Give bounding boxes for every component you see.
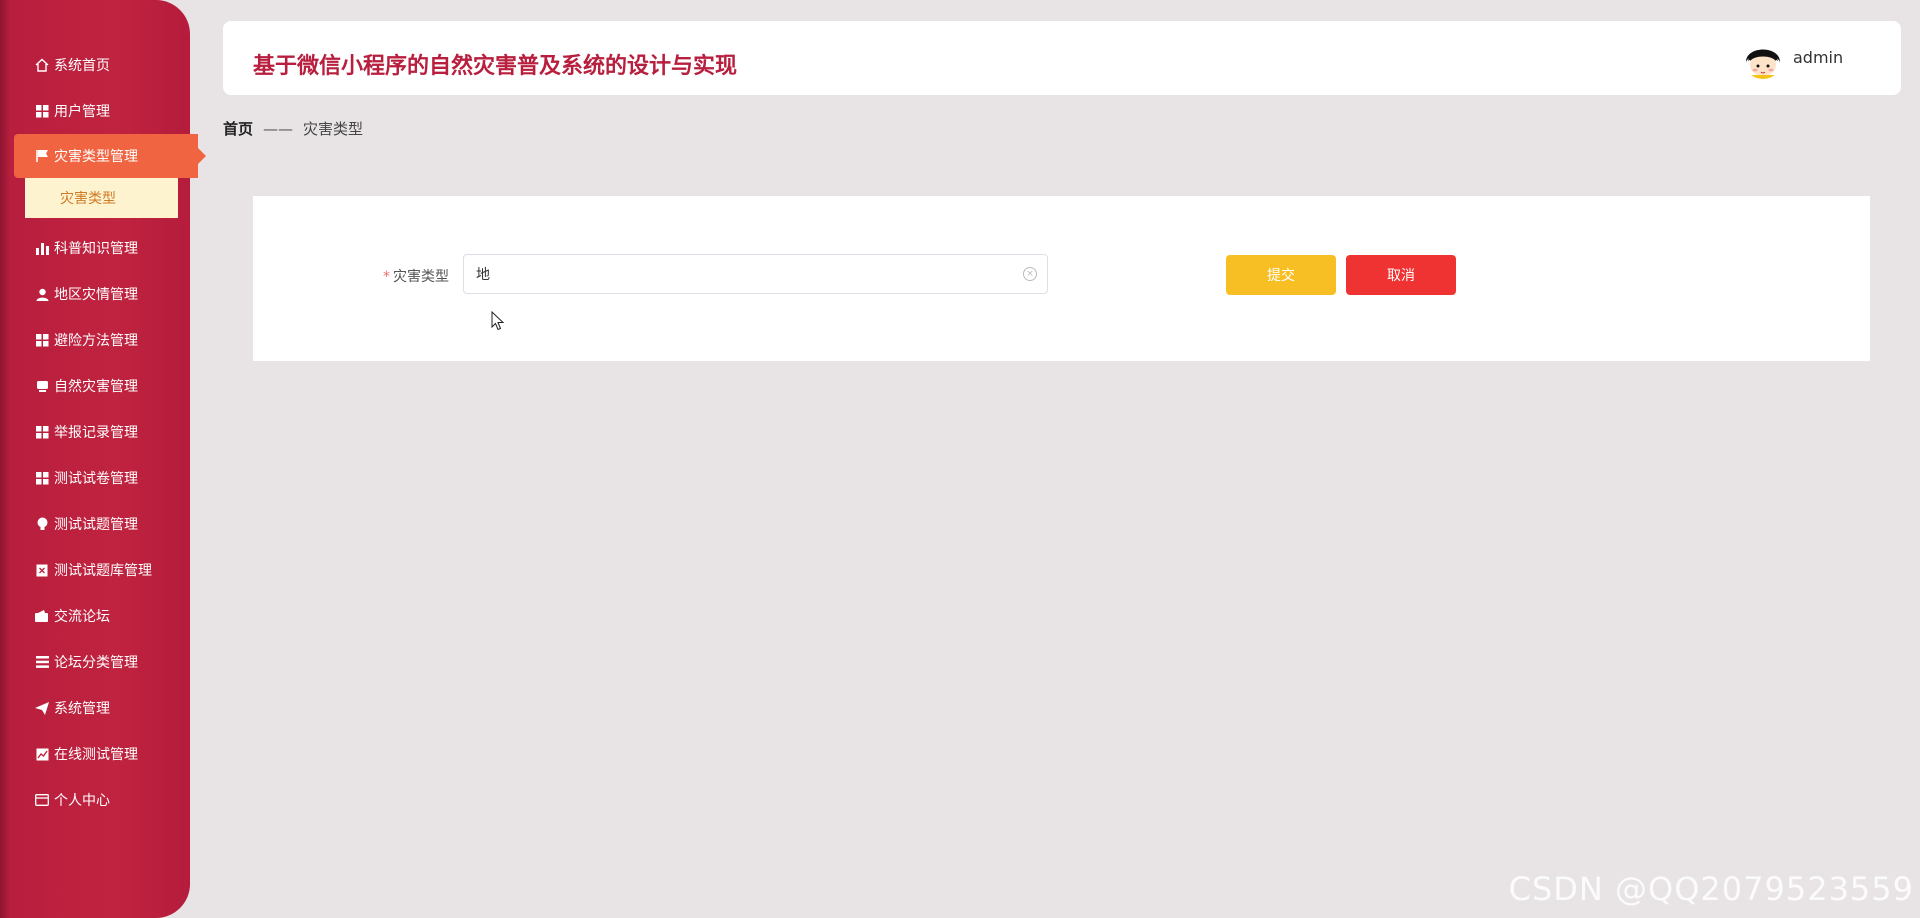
sidebar-item-label: 地区灾情管理 — [54, 287, 138, 303]
sidebar-item-label: 测试试卷管理 — [54, 471, 138, 487]
sidebar-item-home[interactable]: 系统首页 — [0, 43, 190, 87]
submenu-item-disaster-type[interactable]: 灾害类型 — [25, 178, 178, 218]
sidebar-item-test-questions[interactable]: 测试试题管理 — [0, 502, 190, 546]
flag-icon — [34, 148, 50, 164]
sidebar-item-label: 系统首页 — [54, 58, 110, 74]
sidebar-item-online-test[interactable]: 在线测试管理 — [0, 732, 190, 776]
disaster-type-field[interactable]: × — [463, 254, 1048, 294]
watermark: CSDN @QQ2079523559 — [1508, 870, 1914, 908]
disaster-type-label: * 灾害类型 — [383, 266, 449, 286]
grid-icon — [34, 424, 50, 440]
cancel-button[interactable]: 取消 — [1346, 255, 1456, 295]
submenu-item-label: 灾害类型 — [60, 191, 116, 207]
bulb-icon — [34, 516, 50, 532]
sidebar-item-personal-center[interactable]: 个人中心 — [0, 778, 190, 822]
sidebar-item-label: 论坛分类管理 — [54, 655, 138, 671]
sidebar-item-question-bank[interactable]: 测试试题库管理 — [0, 548, 190, 592]
sidebar-item-label: 科普知识管理 — [54, 241, 138, 257]
form-card: *灾害类型 × 提交 取消 — [253, 196, 1870, 361]
monitor-icon — [34, 378, 50, 394]
disaster-type-label-text: 灾害类型 — [393, 269, 449, 285]
disaster-type-input[interactable] — [476, 264, 1006, 284]
sidebar-item-natural-disaster[interactable]: 自然灾害管理 — [0, 364, 190, 408]
sidebar-item-science-knowledge[interactable]: 科普知识管理 — [0, 226, 190, 270]
sidebar-item-forum-category[interactable]: 论坛分类管理 — [0, 640, 190, 684]
sidebar-item-region-disaster[interactable]: 地区灾情管理 — [0, 272, 190, 316]
sidebar-item-label: 自然灾害管理 — [54, 379, 138, 395]
sidebar-item-forum[interactable]: 交流论坛 — [0, 594, 190, 638]
breadcrumb-home[interactable]: 首页 — [223, 118, 253, 139]
mouse-cursor-icon — [491, 311, 505, 331]
send-icon — [34, 700, 50, 716]
submit-button[interactable]: 提交 — [1226, 255, 1336, 295]
bar-chart-icon — [34, 240, 50, 256]
sidebar-item-label: 交流论坛 — [54, 609, 110, 625]
header: 基于微信小程序的自然灾害普及系统的设计与实现 admin — [223, 21, 1901, 95]
sidebar-item-label: 测试试题管理 — [54, 517, 138, 533]
sidebar-item-users[interactable]: 用户管理 — [0, 89, 190, 133]
required-mark: * — [383, 269, 390, 285]
sidebar-item-test-papers[interactable]: 测试试卷管理 — [0, 456, 190, 500]
grid-icon — [34, 332, 50, 348]
avatar[interactable] — [1743, 39, 1783, 79]
breadcrumb: 首页 —— 灾害类型 — [223, 118, 363, 139]
sidebar-item-label: 个人中心 — [54, 793, 110, 809]
sidebar-item-label: 测试试题库管理 — [54, 563, 152, 579]
breadcrumb-current: 灾害类型 — [303, 120, 364, 138]
page-title: 基于微信小程序的自然灾害普及系统的设计与实现 — [253, 54, 738, 79]
clear-icon[interactable]: × — [1023, 267, 1037, 281]
line-chart-icon — [34, 746, 50, 762]
sidebar-item-avoidance-methods[interactable]: 避险方法管理 — [0, 318, 190, 362]
list-icon — [34, 654, 50, 670]
sidebar-item-label: 系统管理 — [54, 701, 110, 717]
sidebar-item-label: 用户管理 — [54, 104, 110, 120]
card-icon — [34, 792, 50, 808]
sidebar-item-report-records[interactable]: 举报记录管理 — [0, 410, 190, 454]
sidebar-item-system[interactable]: 系统管理 — [0, 686, 190, 730]
user-icon — [34, 286, 50, 302]
sidebar: 系统首页 用户管理 灾害类型管理 灾害类型 科普知识管理 地区灾情管理 避险方法… — [0, 0, 206, 918]
breadcrumb-separator: —— — [263, 119, 294, 138]
clipboard-icon — [34, 562, 50, 578]
grid-icon — [34, 103, 50, 119]
sidebar-item-label: 避险方法管理 — [54, 333, 138, 349]
sidebar-item-label: 灾害类型管理 — [54, 149, 138, 165]
sidebar-item-disaster-type[interactable]: 灾害类型管理 — [14, 134, 206, 178]
sidebar-item-label: 在线测试管理 — [54, 747, 138, 763]
wallet-icon — [34, 608, 50, 624]
grid-icon — [34, 470, 50, 486]
sidebar-item-label: 举报记录管理 — [54, 425, 138, 441]
username[interactable]: admin — [1793, 48, 1843, 67]
home-icon — [34, 57, 50, 73]
